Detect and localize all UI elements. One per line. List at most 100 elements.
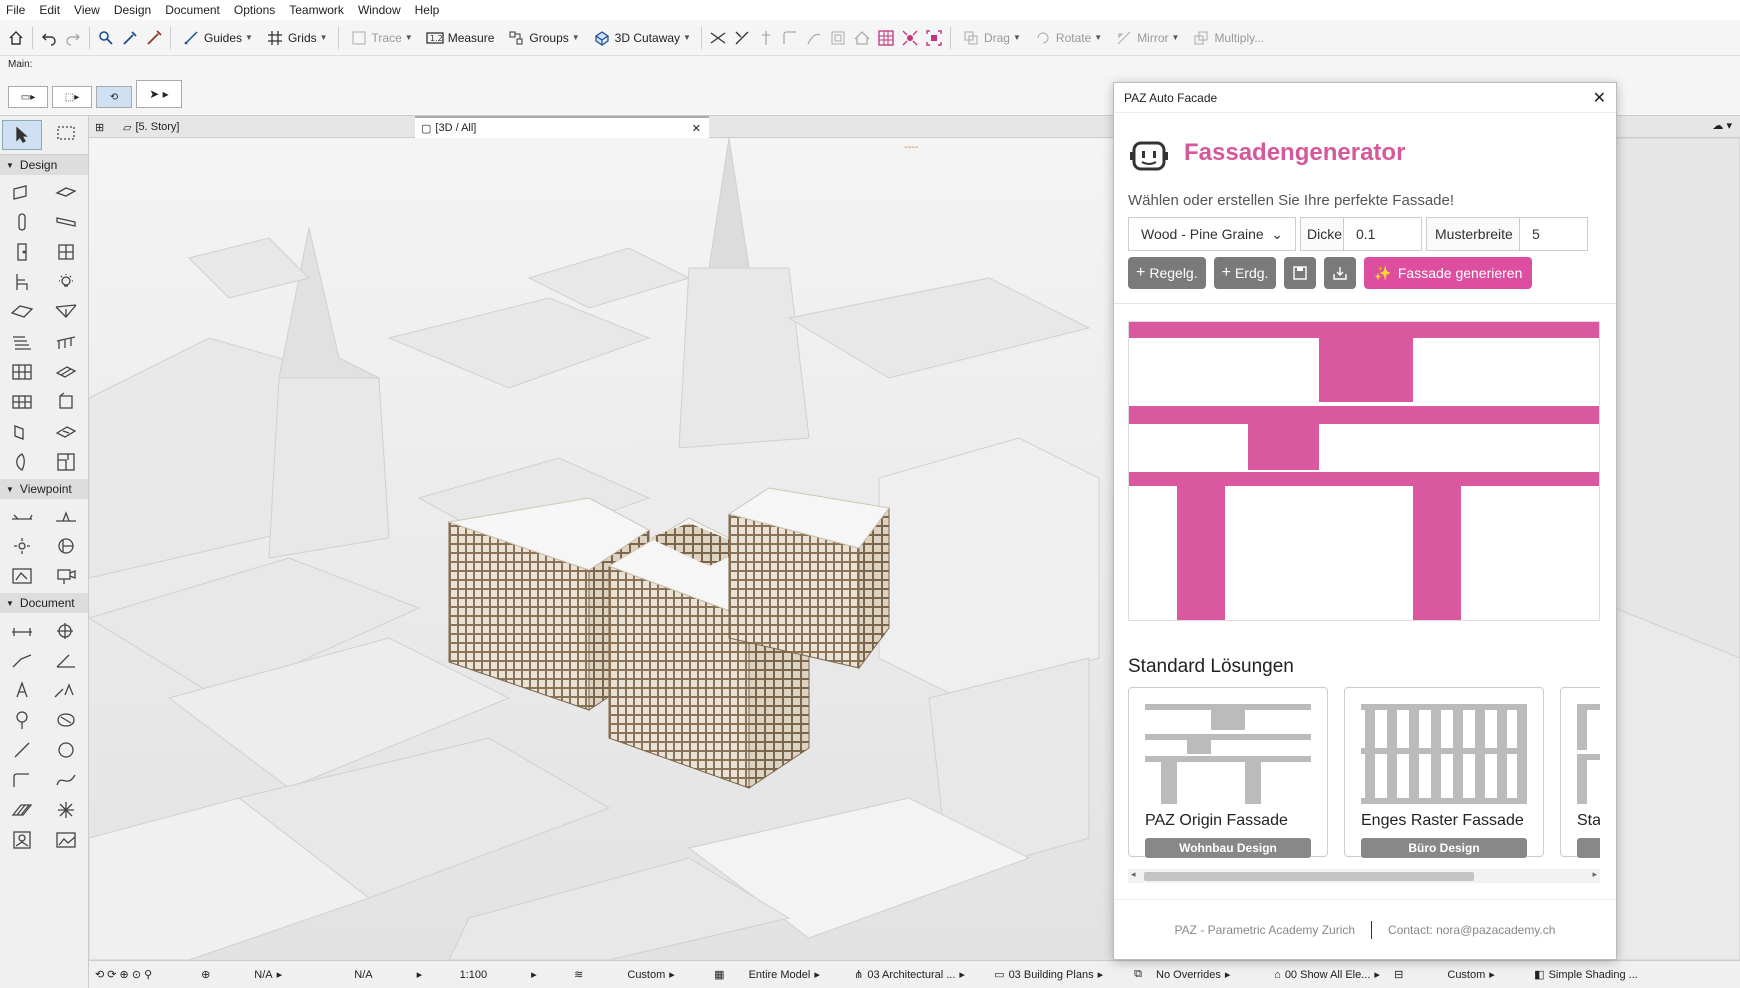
scale-field[interactable]: 1:100 ▸	[428, 968, 568, 982]
railing-tool[interactable]	[44, 327, 88, 357]
marquee-shape-button[interactable]: ⬚▸	[52, 86, 92, 108]
home-icon[interactable]	[6, 28, 26, 48]
save-button[interactable]	[1284, 257, 1317, 289]
view-settings-icon[interactable]: ☁ ▾	[1712, 119, 1732, 132]
explode-icon[interactable]	[900, 28, 920, 48]
import-button[interactable]	[1324, 257, 1357, 289]
menu-file[interactable]: File	[6, 3, 25, 17]
menu-teamwork[interactable]: Teamwork	[289, 3, 344, 17]
measure-button[interactable]: 1.2 Measure	[421, 25, 499, 51]
guides-button[interactable]: Guides ▼	[177, 25, 257, 51]
tab-story[interactable]: ▱ [5. Story]	[117, 116, 387, 138]
add-ground-floor-button[interactable]: + Erdg.	[1213, 257, 1277, 289]
curtain-wall-tool[interactable]	[0, 357, 44, 387]
object-tool[interactable]	[0, 267, 44, 297]
add-regular-floor-button[interactable]: + Regelg.	[1128, 257, 1206, 289]
mesh-tool[interactable]	[44, 357, 88, 387]
elevation-tool[interactable]	[44, 501, 88, 531]
rotation-field[interactable]: N/A ▸	[288, 968, 428, 982]
close-icon[interactable]: ✕	[1593, 88, 1606, 108]
renovation-field[interactable]: ⌂ 00 Show All Ele... ▸	[1268, 968, 1388, 982]
door-tool[interactable]	[0, 237, 44, 267]
wall-tool[interactable]	[0, 177, 44, 207]
menu-design[interactable]: Design	[114, 3, 151, 17]
dimension-style-field[interactable]: ⊟ Custom ▸	[1388, 968, 1528, 982]
arrow-tool[interactable]	[2, 120, 42, 150]
text-tool[interactable]	[0, 675, 44, 705]
section-tool[interactable]	[0, 501, 44, 531]
dimension-tool[interactable]	[0, 615, 44, 645]
grids-button[interactable]: Grids ▼	[261, 25, 332, 51]
thickness-input[interactable]: 0.1	[1344, 217, 1422, 251]
navigation-controls[interactable]: ⟲ ⟳ ⊕ ⊙ ⚲	[89, 968, 158, 981]
3d-cutaway-button[interactable]: 3D Cutaway ▼	[588, 25, 695, 51]
plan-type-field[interactable]: ▭ 03 Building Plans ▸	[988, 968, 1128, 982]
rotate-button[interactable]: Rotate ▼	[1029, 25, 1106, 51]
shell-tool[interactable]	[44, 297, 88, 327]
drawing-tool[interactable]	[0, 825, 44, 855]
spline-tool[interactable]	[44, 765, 88, 795]
detail-tool[interactable]	[0, 561, 44, 591]
level-dimension-tool[interactable]	[44, 615, 88, 645]
layer-combination-field[interactable]: ≋ Custom ▸	[568, 968, 708, 982]
close-icon[interactable]: ✕	[692, 122, 701, 135]
pen-set-field[interactable]: ⋔ 03 Architectural ... ▸	[848, 968, 988, 982]
model-view-field[interactable]: ▦ Entire Model ▸	[708, 968, 848, 982]
menu-edit[interactable]: Edit	[39, 3, 60, 17]
fillet-icon[interactable]	[780, 28, 800, 48]
interior-elevation-tool[interactable]	[0, 531, 44, 561]
stair-tool[interactable]	[0, 327, 44, 357]
groups-button[interactable]: Groups ▼	[502, 25, 583, 51]
morph-tool[interactable]	[44, 387, 88, 417]
hotspot-tool[interactable]	[0, 795, 44, 825]
design-section-header[interactable]: ▼ Design	[0, 155, 88, 175]
footer-contact[interactable]: Contact: nora@pazacademy.ch	[1388, 923, 1555, 937]
scrollbar-thumb[interactable]	[1144, 872, 1474, 881]
find-select-icon[interactable]	[96, 28, 116, 48]
line-tool[interactable]	[0, 735, 44, 765]
camera-tool[interactable]	[44, 561, 88, 591]
marker-tool[interactable]	[0, 705, 44, 735]
selection-method-button[interactable]: ▭▸	[8, 86, 48, 108]
stair-grid-tool[interactable]	[44, 447, 88, 477]
figure-tool[interactable]	[44, 795, 88, 825]
tab-overview[interactable]: ⊞	[89, 116, 117, 138]
marquee-tool[interactable]	[44, 118, 88, 148]
window-tool[interactable]	[44, 237, 88, 267]
zone-tool[interactable]	[0, 387, 44, 417]
grid-pattern-icon[interactable]	[876, 28, 896, 48]
slab-tool[interactable]	[44, 177, 88, 207]
arrow-tool-settings[interactable]: ➤ ▸	[136, 80, 182, 108]
mirror-button[interactable]: Mirror ▼	[1110, 25, 1183, 51]
drag-button[interactable]: Drag ▼	[957, 25, 1025, 51]
roof-icon[interactable]	[852, 28, 872, 48]
polyline-tool[interactable]	[0, 765, 44, 795]
shading-field[interactable]: ◧ Simple Shading ...	[1528, 968, 1658, 982]
multiply-button[interactable]: Multiply...	[1187, 25, 1268, 51]
menu-view[interactable]: View	[74, 3, 100, 17]
split-icon[interactable]	[756, 28, 776, 48]
solution-card-origin[interactable]: PAZ Origin Fassade Wohnbau Design	[1128, 687, 1328, 858]
label-tool[interactable]	[44, 675, 88, 705]
skylight-tool[interactable]	[0, 417, 44, 447]
redo-icon[interactable]	[63, 28, 83, 48]
offset-icon[interactable]	[828, 28, 848, 48]
undo-icon[interactable]	[39, 28, 59, 48]
menu-help[interactable]: Help	[415, 3, 440, 17]
worksheet-tool[interactable]	[44, 531, 88, 561]
column-tool[interactable]	[0, 207, 44, 237]
viewpoint-section-header[interactable]: ▼ Viewpoint	[0, 479, 88, 499]
pick-up-icon[interactable]	[120, 28, 140, 48]
menu-window[interactable]: Window	[358, 3, 401, 17]
fill-tool[interactable]	[44, 705, 88, 735]
menu-document[interactable]: Document	[165, 3, 220, 17]
trace-button[interactable]: Trace ▼	[345, 25, 417, 51]
roof-tool[interactable]	[0, 297, 44, 327]
lamp-tool[interactable]	[44, 267, 88, 297]
zoom-field[interactable]: ⊕ N/A ▸	[158, 968, 288, 982]
intersect-icon[interactable]	[708, 28, 728, 48]
document-section-header[interactable]: ▼ Document	[0, 593, 88, 613]
opening-tool[interactable]	[44, 417, 88, 447]
change-tool[interactable]	[44, 825, 88, 855]
beam-rotate-tool[interactable]	[0, 447, 44, 477]
